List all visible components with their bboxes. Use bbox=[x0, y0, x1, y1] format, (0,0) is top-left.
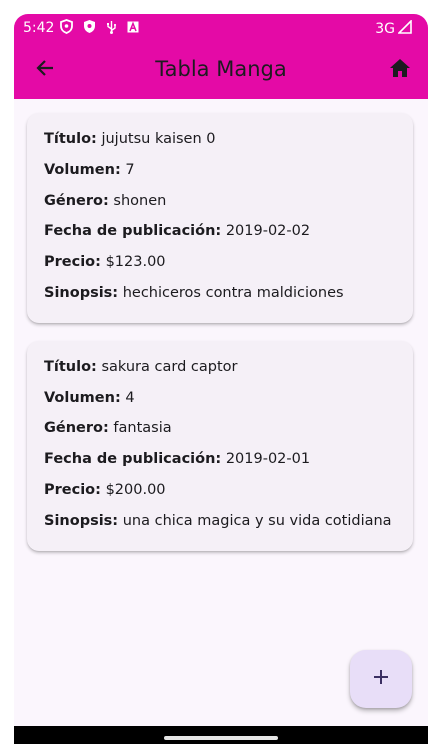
field-sinopsis: Sinopsis: una chica magica y su vida cot… bbox=[44, 506, 396, 537]
status-bar: 5:42 3G bbox=[14, 14, 428, 42]
add-manga-button[interactable] bbox=[350, 650, 412, 708]
usb-icon bbox=[106, 20, 117, 34]
field-label: Precio: bbox=[44, 254, 101, 271]
field-fecha: Fecha de publicación: 2019-02-02 bbox=[44, 216, 396, 247]
manga-card[interactable]: Título: sakura card captor Volumen: 4 Gé… bbox=[27, 340, 413, 551]
gesture-handle[interactable] bbox=[164, 736, 278, 740]
font-a-icon bbox=[127, 20, 139, 33]
home-button[interactable] bbox=[386, 56, 414, 84]
manga-list: Título: jujutsu kaisen 0 Volumen: 7 Géne… bbox=[27, 113, 413, 569]
field-value: shonen bbox=[113, 192, 167, 209]
field-value: $200.00 bbox=[105, 481, 166, 498]
field-precio: Precio: $200.00 bbox=[44, 475, 396, 506]
field-titulo: Título: sakura card captor bbox=[44, 352, 396, 383]
field-label: Género: bbox=[44, 192, 109, 209]
field-value: 7 bbox=[125, 161, 135, 178]
field-value: hechiceros contra maldiciones bbox=[122, 284, 344, 301]
system-navigation-bar bbox=[14, 726, 428, 744]
field-label: Título: bbox=[44, 358, 97, 375]
shield-outline-icon bbox=[60, 19, 73, 34]
field-genero: Género: fantasia bbox=[44, 413, 396, 444]
field-fecha: Fecha de publicación: 2019-02-01 bbox=[44, 444, 396, 475]
field-value: 2019-02-02 bbox=[225, 223, 311, 240]
field-value: jujutsu kaisen 0 bbox=[101, 131, 216, 147]
status-right-group: 3G bbox=[375, 19, 412, 38]
field-label: Género: bbox=[44, 420, 109, 437]
field-genero: Género: shonen bbox=[44, 186, 396, 217]
signal-icon bbox=[397, 19, 412, 38]
status-time: 5:42 bbox=[23, 20, 55, 36]
field-value: fantasia bbox=[113, 420, 172, 437]
shield-filled-icon bbox=[83, 19, 96, 34]
field-label: Título: bbox=[44, 131, 97, 147]
field-label: Fecha de publicación: bbox=[44, 451, 222, 468]
field-volumen: Volumen: 7 bbox=[44, 155, 396, 186]
field-label: Fecha de publicación: bbox=[44, 223, 222, 240]
device-screen: 5:42 3G Tabla Manga Título: jujutsu kais… bbox=[14, 14, 428, 744]
field-label: Volumen: bbox=[44, 389, 121, 406]
field-label: Precio: bbox=[44, 481, 101, 498]
page-title: Tabla Manga bbox=[155, 57, 287, 81]
field-sinopsis: Sinopsis: hechiceros contra maldiciones bbox=[44, 278, 396, 309]
field-value: 4 bbox=[125, 389, 135, 406]
field-value: una chica magica y su vida cotidiana bbox=[122, 512, 392, 529]
field-value: 2019-02-01 bbox=[225, 451, 311, 468]
manga-card[interactable]: Título: jujutsu kaisen 0 Volumen: 7 Géne… bbox=[27, 113, 413, 323]
field-value: $123.00 bbox=[105, 254, 166, 271]
home-icon bbox=[389, 58, 411, 83]
field-value: sakura card captor bbox=[101, 358, 238, 375]
field-precio: Precio: $123.00 bbox=[44, 247, 396, 278]
network-type: 3G bbox=[375, 21, 395, 37]
field-label: Sinopsis: bbox=[44, 284, 119, 301]
status-notification-icons bbox=[60, 19, 139, 34]
field-volumen: Volumen: 4 bbox=[44, 383, 396, 414]
field-label: Volumen: bbox=[44, 161, 121, 178]
add-icon bbox=[372, 668, 390, 691]
field-titulo: Título: jujutsu kaisen 0 bbox=[44, 124, 396, 155]
app-bar: Tabla Manga bbox=[14, 42, 428, 99]
field-label: Sinopsis: bbox=[44, 512, 119, 529]
